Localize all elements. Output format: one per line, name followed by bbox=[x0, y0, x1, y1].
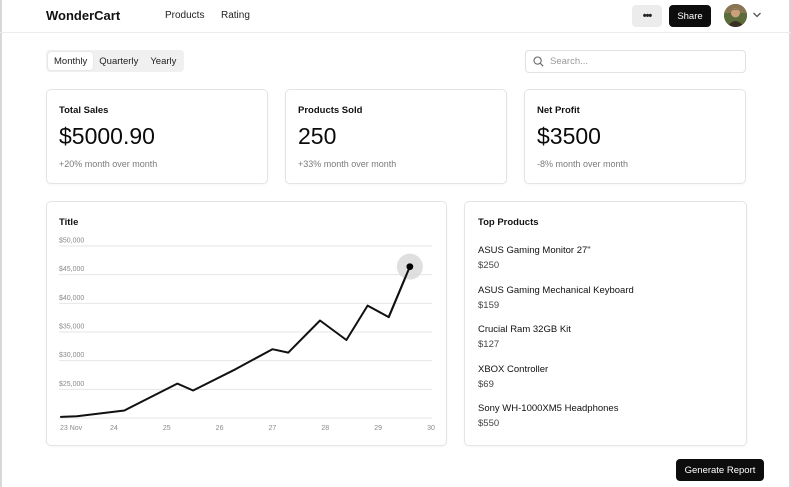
avatar-image bbox=[724, 4, 747, 27]
list-item[interactable]: ASUS Gaming Mechanical Keyboard $159 bbox=[478, 285, 634, 325]
brand-logo[interactable]: WonderCart bbox=[46, 8, 120, 23]
x-tick-label: 27 bbox=[269, 425, 277, 432]
list-item[interactable]: ASUS Gaming Monitor 27" $250 bbox=[478, 245, 634, 285]
y-tick-label: $50,000 bbox=[59, 238, 84, 245]
share-button[interactable]: Share bbox=[669, 5, 711, 27]
nav-rating[interactable]: Rating bbox=[221, 10, 250, 21]
tab-monthly[interactable]: Monthly bbox=[48, 52, 94, 70]
stat-title: Net Profit bbox=[537, 105, 580, 116]
product-price: $159 bbox=[478, 299, 500, 311]
y-tick-label: $25,000 bbox=[59, 381, 84, 388]
top-products-title: Top Products bbox=[478, 217, 539, 228]
search-input[interactable] bbox=[550, 56, 730, 67]
list-item[interactable]: XBOX Controller $69 bbox=[478, 364, 634, 404]
stat-card-net-profit: Net Profit $3500 -8% month over month bbox=[524, 89, 746, 184]
x-tick-label: 30 bbox=[427, 425, 435, 432]
stat-card-products-sold: Products Sold 250 +33% month over month bbox=[285, 89, 507, 184]
search-box bbox=[525, 50, 746, 73]
product-name: ASUS Gaming Monitor 27" bbox=[478, 245, 591, 256]
stat-value: $5000.90 bbox=[59, 123, 155, 149]
more-options-button[interactable]: ••• bbox=[632, 5, 662, 27]
tab-yearly[interactable]: Yearly bbox=[144, 52, 182, 70]
list-item[interactable]: Sony WH-1000XM5 Headphones $550 bbox=[478, 403, 634, 443]
highlight-point-top bbox=[406, 263, 414, 270]
x-tick-label: 23 Nov bbox=[60, 425, 83, 432]
nav-products[interactable]: Products bbox=[165, 10, 204, 21]
x-tick-label: 24 bbox=[110, 425, 118, 432]
product-price: $69 bbox=[478, 378, 494, 390]
period-tabs: Monthly Quarterly Yearly bbox=[46, 50, 185, 72]
product-name: Sony WH-1000XM5 Headphones bbox=[478, 403, 619, 414]
user-avatar[interactable] bbox=[724, 4, 747, 27]
stat-title: Products Sold bbox=[298, 105, 363, 116]
search-icon bbox=[533, 56, 544, 67]
product-name: Crucial Ram 32GB Kit bbox=[478, 324, 571, 335]
stat-card-total-sales: Total Sales $5000.90 +20% month over mon… bbox=[46, 89, 268, 184]
stat-title: Total Sales bbox=[59, 105, 109, 116]
product-price: $250 bbox=[478, 260, 500, 271]
top-navbar: WonderCart Products Rating ••• Share bbox=[0, 0, 791, 33]
x-tick-label: 29 bbox=[374, 425, 382, 432]
y-tick-label: $45,000 bbox=[59, 266, 84, 273]
top-products-list: ASUS Gaming Monitor 27" $250 ASUS Gaming… bbox=[478, 245, 634, 443]
series-line bbox=[60, 265, 411, 418]
chevron-down-icon[interactable] bbox=[752, 11, 762, 19]
stat-change: -8% month over month bbox=[537, 159, 629, 169]
y-tick-label: $40,000 bbox=[59, 295, 84, 302]
product-price: $127 bbox=[478, 339, 500, 350]
top-products-card: Top Products ASUS Gaming Monitor 27" $25… bbox=[464, 201, 747, 446]
x-tick-label: 25 bbox=[163, 425, 171, 432]
product-name: ASUS Gaming Mechanical Keyboard bbox=[478, 284, 634, 296]
x-tick-label: 28 bbox=[321, 425, 329, 432]
tab-quarterly[interactable]: Quarterly bbox=[93, 52, 144, 70]
stat-change: +33% month over month bbox=[298, 159, 397, 169]
list-item[interactable]: Crucial Ram 32GB Kit $127 bbox=[478, 324, 634, 364]
y-tick-label: $30,000 bbox=[59, 352, 84, 359]
line-chart: $50,000 $45,000 $40,000 $35,000 $30,000 $25,0… bbox=[59, 238, 435, 432]
stat-value: $3500 bbox=[537, 123, 601, 149]
sales-chart-card: Title $50,000 $45,000 $40,000 $35,000 $30,00… bbox=[46, 201, 447, 446]
product-name: XBOX Controller bbox=[478, 363, 549, 375]
product-price: $550 bbox=[478, 418, 500, 429]
y-tick-label: $35,000 bbox=[59, 324, 84, 331]
x-tick-label: 26 bbox=[216, 425, 224, 432]
generate-report-button[interactable]: Generate Report bbox=[676, 459, 764, 481]
stat-value: 250 bbox=[298, 123, 337, 149]
ellipsis-icon: ••• bbox=[642, 10, 653, 22]
stat-change: +20% month over month bbox=[59, 159, 158, 169]
